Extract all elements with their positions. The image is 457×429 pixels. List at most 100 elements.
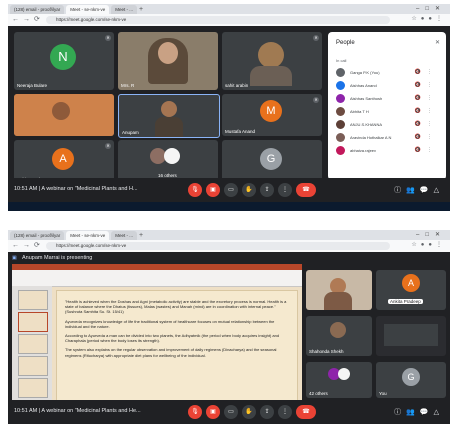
shared-screen: "Health is achieved when the Doshas and … <box>12 264 302 414</box>
presenting-banner: ▣ Anupam Marrai is presenting <box>8 252 450 264</box>
mic-and-more-icons[interactable]: 🔇⋮ <box>415 95 438 101</box>
captions-button[interactable]: ▭ <box>224 183 238 197</box>
participant-list: Ganga P.K (You) 🔇⋮ Aishhas Anand 🔇⋮ Aish… <box>334 66 442 157</box>
avatar <box>336 107 345 116</box>
mic-off-button[interactable]: 🎙 <box>188 183 202 197</box>
participant-video <box>324 292 352 310</box>
slide-thumbnail-active[interactable] <box>18 312 48 332</box>
nav-buttons[interactable]: ←→⟳ <box>12 241 44 249</box>
meet-bottom-bar: 10:51 AM | A webinar on "Medicinal Plant… <box>8 400 450 424</box>
slide-text: "Health is achieved when the Doshas and … <box>65 299 289 362</box>
participant-face <box>52 102 70 120</box>
list-item[interactable]: Aishhas Anand 🔇⋮ <box>334 79 442 92</box>
browser-tab-active[interactable]: Meet - se-nkm-ve <box>66 231 110 240</box>
nav-buttons[interactable]: ←→⟳ <box>12 15 44 23</box>
present-button[interactable]: ⇪ <box>260 405 274 419</box>
list-item[interactable]: Aravinda Hothalkar A N 🔇⋮ <box>334 131 442 144</box>
meet-screenshot-presentation: (128) email - proof/ilyar Meet - se-nkm-… <box>8 230 450 424</box>
new-tab-icon[interactable]: + <box>139 5 143 14</box>
raise-hand-button[interactable]: ✋ <box>242 405 256 419</box>
list-item[interactable]: Ganga P.K (You) 🔇⋮ <box>334 66 442 79</box>
browser-extension-icons[interactable]: ☆●●⋮ <box>411 241 446 248</box>
mic-off-button[interactable]: 🎙 <box>188 405 202 419</box>
call-controls: 🎙 ▣ ▭ ✋ ⇪ ⋮ ☎ <box>188 405 316 419</box>
url-bar[interactable]: https://meet.google.com/se-nkm-ve <box>46 242 390 250</box>
list-item[interactable]: ANJU.S.KHANNA 🔇⋮ <box>334 118 442 131</box>
window-controls[interactable]: –□✕ <box>416 231 446 238</box>
browser-chrome: (128) email - proof/ilyar Meet - se-nkm-… <box>8 4 450 26</box>
browser-tab[interactable]: Meet - ... <box>111 5 138 14</box>
participant-tile-active: Anupam <box>118 94 220 138</box>
mic-off-icon: ✕ <box>313 97 319 103</box>
meet-screenshot-grid: (128) email - proof/ilyar Meet - se-nkm-… <box>8 4 450 211</box>
mic-and-more-icons[interactable]: 🔇⋮ <box>415 147 438 153</box>
mic-and-more-icons[interactable]: 🔇⋮ <box>415 82 438 88</box>
participant-tile: Mrs. R <box>118 32 218 90</box>
browser-tab-active[interactable]: Meet - se-nkm-ve <box>66 5 110 14</box>
slide-thumbnails <box>12 286 52 414</box>
browser-toolbar: ←→⟳ https://meet.google.com/se-nkm-ve ☆●… <box>8 240 450 252</box>
side-controls[interactable]: ⓘ👥💬△ <box>394 407 444 417</box>
avatar: A <box>402 274 420 292</box>
new-tab-icon[interactable]: + <box>139 231 143 240</box>
slide-thumbnail[interactable] <box>18 290 48 310</box>
mic-and-more-icons[interactable]: 🔇⋮ <box>415 108 438 114</box>
browser-tab[interactable]: (128) email - proof/ilyar <box>10 5 65 14</box>
participant-tile-others[interactable]: 42 others <box>306 362 372 398</box>
slide-paragraph: According to Ayurveda a man can be divid… <box>65 333 280 344</box>
participant-tile <box>376 316 446 356</box>
mic-off-icon: ✕ <box>105 35 111 41</box>
presenting-icon: ▣ <box>12 255 17 261</box>
presenting-label: Anupam Marrai is presenting <box>22 255 93 261</box>
people-panel-title: People <box>336 40 355 46</box>
people-section-label: In call <box>336 58 347 63</box>
side-controls[interactable]: ⓘ👥💬△ <box>394 185 444 195</box>
camera-off-button[interactable]: ▣ <box>206 405 220 419</box>
captions-button[interactable]: ▭ <box>224 405 238 419</box>
participant-name: Anupam <box>122 130 139 135</box>
close-icon[interactable]: ✕ <box>435 39 440 46</box>
slide-thumbnail[interactable] <box>18 334 48 354</box>
url-bar[interactable]: https://meet.google.com/se-nkm-ve <box>46 16 390 24</box>
avatar: N <box>50 44 76 70</box>
participant-tile <box>306 270 372 310</box>
end-call-button[interactable]: ☎ <box>296 183 316 197</box>
present-button[interactable]: ⇪ <box>260 183 274 197</box>
powerpoint-titlebar <box>12 264 302 270</box>
slide-paragraph: The system also explains on the regular … <box>65 347 277 358</box>
avatar <box>336 146 345 155</box>
browser-tab[interactable]: (128) email - proof/ilyar <box>10 231 65 240</box>
participant-name: Ganga P.K (You) <box>350 70 380 75</box>
window-controls[interactable]: –□✕ <box>416 5 446 12</box>
browser-tab[interactable]: Meet - ... <box>111 231 138 240</box>
browser-chrome: (128) email - proof/ilyar Meet - se-nkm-… <box>8 230 450 252</box>
list-item[interactable]: Abhita T H 🔇⋮ <box>334 105 442 118</box>
avatar: A <box>52 148 74 170</box>
slide-thumbnail[interactable] <box>18 378 48 398</box>
participant-face <box>330 322 346 338</box>
participant-name: Mustafa Anand <box>225 129 256 134</box>
mic-and-more-icons[interactable]: 🔇⋮ <box>415 134 438 140</box>
more-options-button[interactable]: ⋮ <box>278 183 292 197</box>
raise-hand-button[interactable]: ✋ <box>242 183 256 197</box>
camera-off-button[interactable]: ▣ <box>206 183 220 197</box>
powerpoint-ribbon <box>12 264 302 287</box>
avatar <box>338 368 350 380</box>
end-call-button[interactable]: ☎ <box>296 405 316 419</box>
slide-thumbnail[interactable] <box>18 356 48 376</box>
participant-name: You <box>379 391 387 396</box>
participant-tile: Shahonda Shekh <box>306 316 372 356</box>
list-item[interactable]: abhaiva.rajeev 🔇⋮ <box>334 144 442 157</box>
list-item[interactable]: Aishhas Santhosh 🔇⋮ <box>334 92 442 105</box>
avatar: G <box>260 148 282 170</box>
avatar: M <box>260 100 282 122</box>
mic-and-more-icons[interactable]: 🔇⋮ <box>415 69 438 75</box>
avatar <box>336 68 345 77</box>
browser-tabs: (128) email - proof/ilyar Meet - se-nkm-… <box>10 5 143 14</box>
browser-extension-icons[interactable]: ☆●●⋮ <box>411 15 446 22</box>
more-options-button[interactable]: ⋮ <box>278 405 292 419</box>
avatar <box>336 94 345 103</box>
slide-canvas: "Health is achieved when the Doshas and … <box>56 290 298 410</box>
mic-and-more-icons[interactable]: 🔇⋮ <box>415 121 438 127</box>
avatar <box>336 133 345 142</box>
